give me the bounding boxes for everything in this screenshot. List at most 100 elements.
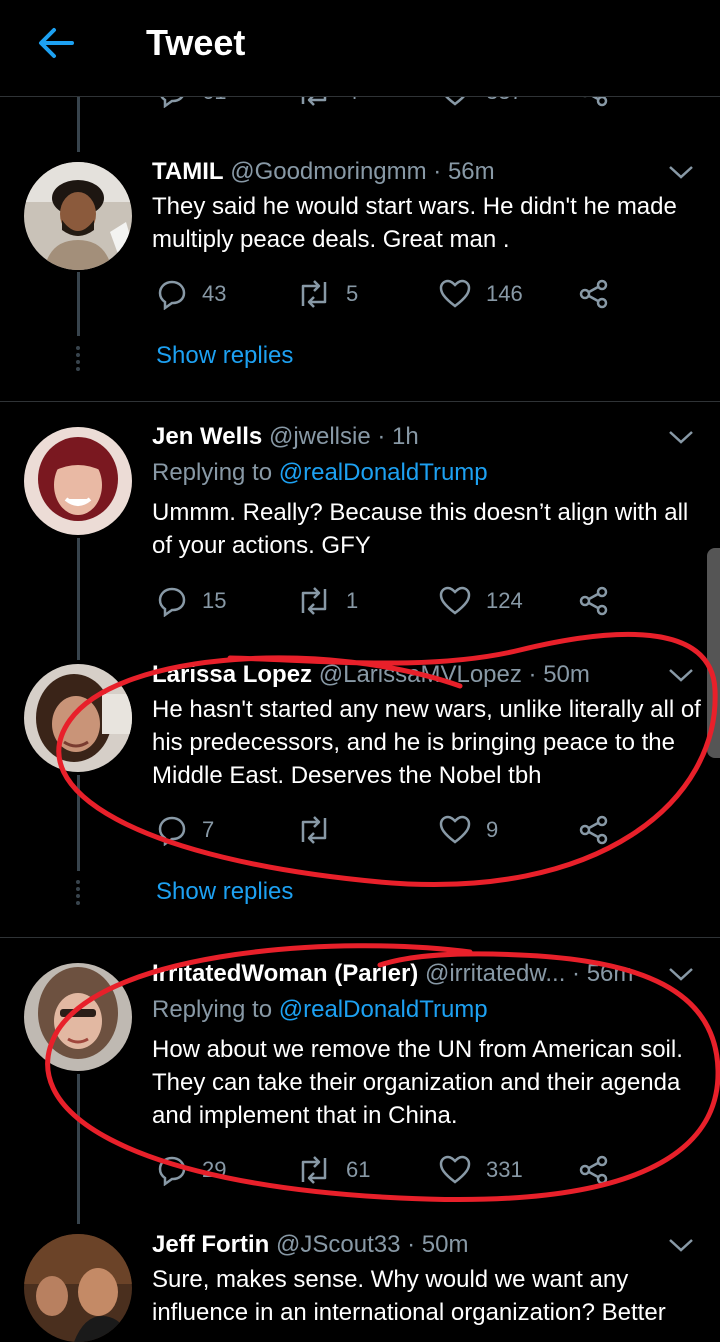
like-count: 331 — [486, 1157, 523, 1182]
handle[interactable]: @jwellsie — [269, 423, 371, 450]
display-name[interactable]: IrritatedWoman (Parler) — [152, 960, 418, 987]
like-action[interactable]: 331 — [438, 1154, 523, 1186]
like-action[interactable]: 146 — [438, 278, 523, 310]
show-replies-link[interactable]: Show replies — [156, 342, 293, 370]
like-count: 124 — [486, 588, 523, 613]
timestamp: 56m — [586, 960, 634, 987]
page-title: Tweet — [146, 22, 246, 63]
thread-line — [77, 96, 80, 152]
chevron-down-icon[interactable] — [668, 1237, 694, 1253]
reply-action[interactable]: 29 — [156, 1154, 226, 1186]
separator: · — [426, 158, 448, 185]
retweet-icon — [301, 1156, 327, 1184]
tweet-text: How about we remove the UN from American… — [152, 1036, 683, 1129]
separator: · — [521, 661, 544, 688]
like-count: 9 — [486, 817, 499, 842]
tweet-text: They said he would start wars. He didn't… — [152, 193, 677, 253]
back-arrow-icon[interactable] — [36, 26, 76, 60]
handle[interactable]: @Goodmoringmm — [230, 158, 426, 185]
display-name[interactable]: TAMIL — [152, 158, 224, 185]
retweet-action[interactable]: 61 — [296, 1154, 370, 1186]
thread-line — [77, 775, 80, 871]
reply-count: 7 — [202, 817, 215, 842]
tweet-text: Ummm. Really? Because this doesn’t align… — [152, 499, 689, 559]
tweet-header: Jeff Fortin @JScout33 · 50m — [152, 1231, 468, 1259]
reply-count: 43 — [202, 281, 227, 306]
separator: · — [400, 1231, 422, 1258]
like-action[interactable]: 9 — [438, 814, 498, 846]
share-action[interactable] — [578, 1154, 610, 1186]
separator: · — [370, 423, 392, 450]
reply-count: 15 — [202, 588, 227, 613]
heart-icon — [439, 1155, 471, 1184]
replying-to: Replying to @realDonaldTrump — [152, 459, 488, 487]
thread-line — [77, 272, 80, 336]
show-replies-link[interactable]: Show replies — [156, 878, 293, 906]
reply-icon — [158, 280, 186, 310]
share-icon — [579, 586, 608, 616]
heart-icon — [439, 815, 471, 844]
replying-to-label: Replying to — [152, 459, 279, 486]
thread-line — [77, 1074, 80, 1224]
tweet-header: Larissa Lopez @LarissaMVLopez · 50m — [152, 661, 590, 689]
divider — [0, 401, 720, 402]
thread-dots — [74, 346, 82, 374]
top-bar: Tweet — [0, 0, 720, 97]
separator: · — [565, 960, 587, 987]
like-count: 146 — [486, 281, 523, 306]
reply-icon — [158, 816, 186, 846]
scrollbar[interactable] — [707, 548, 720, 758]
retweet-count: 61 — [346, 1157, 371, 1182]
share-icon — [579, 1155, 608, 1185]
timestamp: 50m — [421, 1231, 469, 1258]
thread-line — [77, 538, 80, 660]
thread-dots — [74, 880, 82, 908]
display-name[interactable]: Jeff Fortin — [152, 1231, 269, 1258]
handle[interactable]: @LarissaMVLopez — [319, 661, 522, 688]
retweet-count: 5 — [346, 281, 359, 306]
tweet-header: Jen Wells @jwellsie · 1h — [152, 423, 419, 451]
retweet-action[interactable]: 1 — [296, 585, 358, 617]
heart-icon — [439, 586, 471, 615]
avatar[interactable] — [24, 1234, 132, 1342]
share-icon — [579, 279, 608, 309]
avatar[interactable] — [24, 162, 132, 270]
reply-icon — [158, 587, 186, 617]
mention-link[interactable]: @realDonaldTrump — [279, 459, 488, 486]
tweet-text: He hasn't started any new wars, unlike l… — [152, 696, 701, 789]
reply-action[interactable]: 43 — [156, 278, 226, 310]
tweet-header: IrritatedWoman (Parler) @irritatedw... ·… — [152, 960, 633, 988]
reply-icon — [158, 1156, 186, 1186]
heart-icon — [439, 279, 471, 308]
timestamp: 56m — [447, 158, 495, 185]
avatar[interactable] — [24, 664, 132, 772]
chevron-down-icon[interactable] — [668, 429, 694, 445]
display-name[interactable]: Larissa Lopez — [152, 661, 312, 688]
retweet-icon — [301, 816, 327, 844]
tweet-text: Sure, makes sense. Why would we want any… — [152, 1266, 666, 1326]
reply-action[interactable]: 7 — [156, 814, 214, 846]
handle[interactable]: @JScout33 — [276, 1231, 400, 1258]
timestamp: 50m — [543, 661, 590, 688]
retweet-action[interactable]: 5 — [296, 278, 358, 310]
reply-action[interactable]: 15 — [156, 585, 226, 617]
retweet-icon — [301, 587, 327, 615]
timestamp: 1h — [392, 423, 419, 450]
avatar[interactable] — [24, 427, 132, 535]
retweet-action[interactable] — [296, 814, 346, 846]
share-action[interactable] — [578, 585, 610, 617]
mention-link[interactable]: @realDonaldTrump — [279, 996, 488, 1023]
retweet-count: 1 — [346, 588, 359, 613]
replying-to-label: Replying to — [152, 996, 279, 1023]
display-name[interactable]: Jen Wells — [152, 423, 262, 450]
share-action[interactable] — [578, 278, 610, 310]
share-action[interactable] — [578, 814, 610, 846]
chevron-down-icon[interactable] — [668, 667, 694, 683]
chevron-down-icon[interactable] — [668, 164, 694, 180]
chevron-down-icon[interactable] — [668, 966, 694, 982]
share-icon — [579, 815, 608, 845]
replying-to: Replying to @realDonaldTrump — [152, 996, 488, 1024]
handle[interactable]: @irritatedw... — [425, 960, 565, 987]
like-action[interactable]: 124 — [438, 585, 523, 617]
avatar[interactable] — [24, 963, 132, 1071]
